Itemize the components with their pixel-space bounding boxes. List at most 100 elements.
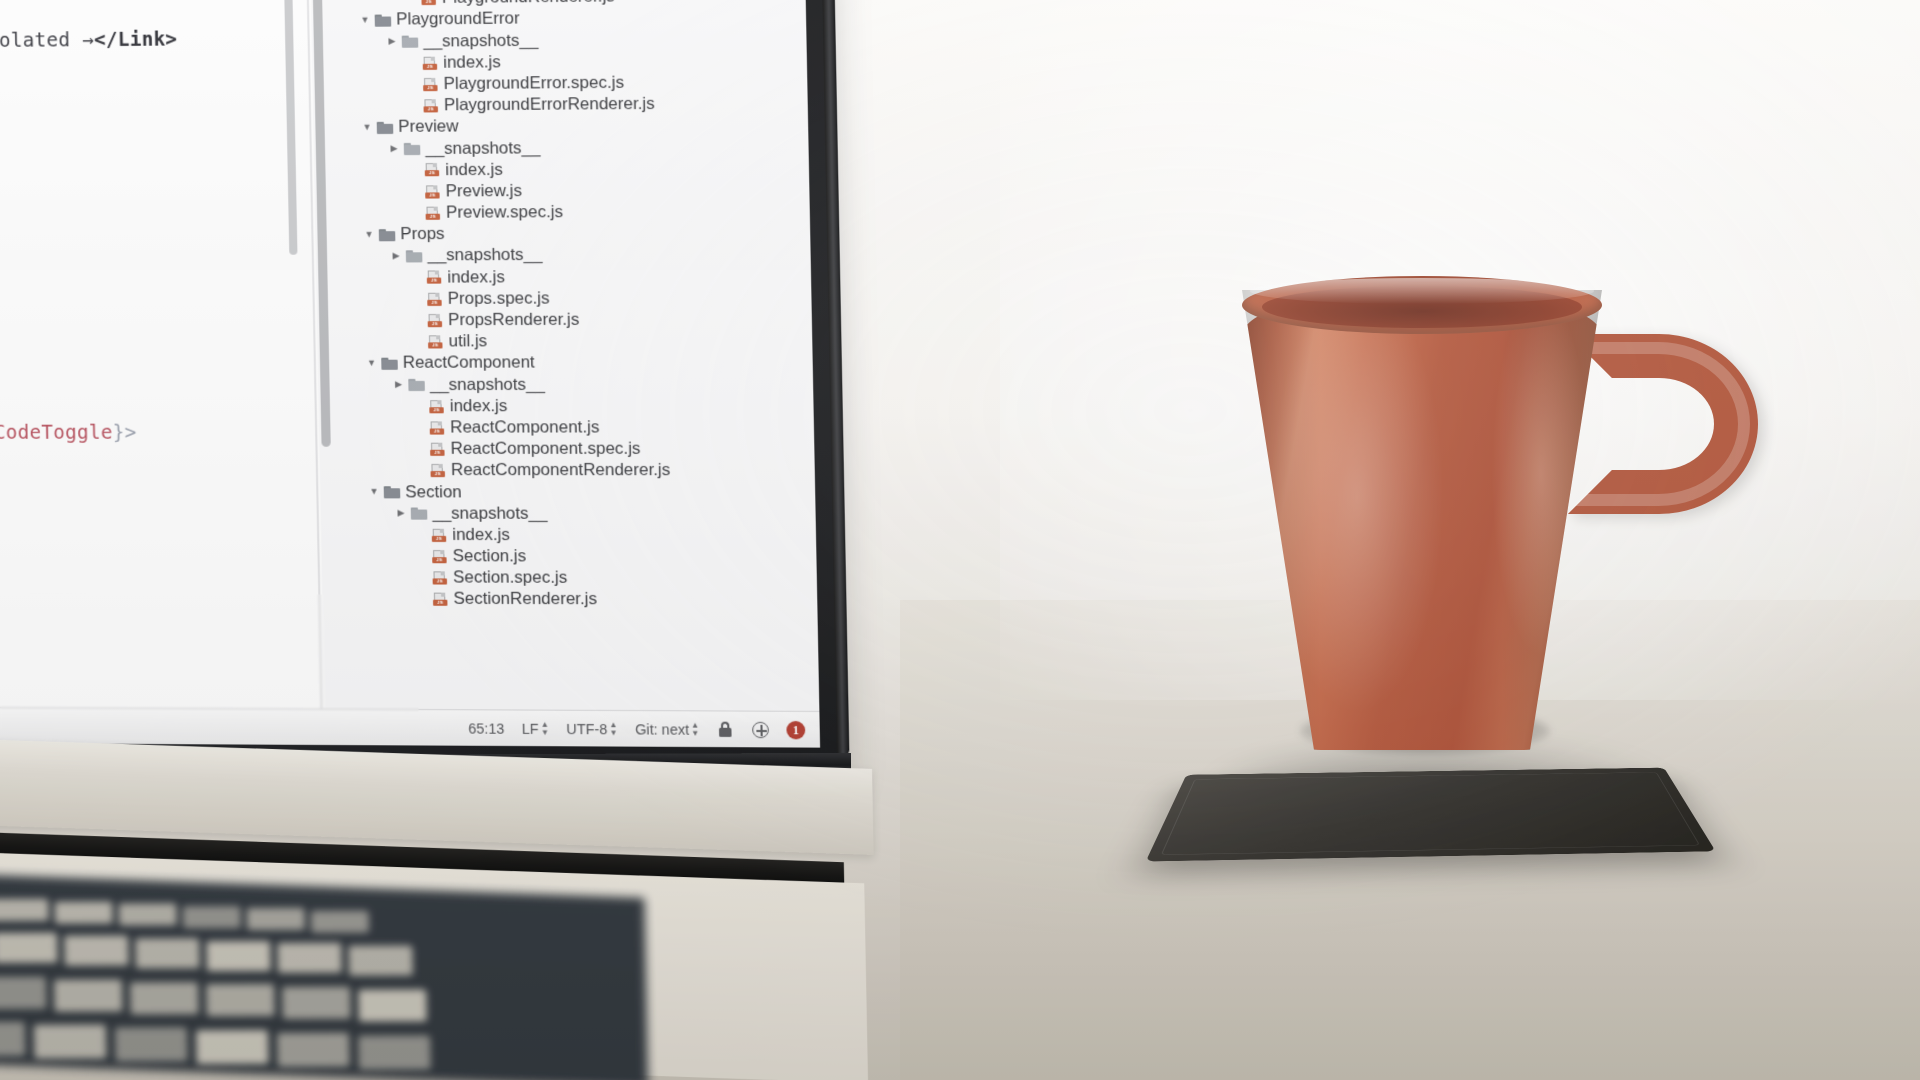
tree-file-row[interactable]: ▶JSindex.js	[321, 524, 816, 546]
chevron-down-icon[interactable]: ▼	[367, 488, 380, 497]
code-editor-pane[interactable]: }>}> ← Exit Isolation</Link> + '/' + ind…	[0, 0, 325, 709]
tree-folder-row[interactable]: ▶ __snapshots__	[316, 244, 811, 267]
status-bar-right: 65:13 LF ▲ ▼ UTF-8 ▲ ▼ Git: next ▲ ▼ 1	[468, 719, 805, 739]
tree-file-row[interactable]: ▶JSindex.js	[314, 157, 809, 181]
lock-icon[interactable]	[717, 721, 735, 737]
chevron-right-icon[interactable]: ▶	[385, 37, 398, 46]
keyboard-key[interactable]	[196, 1030, 269, 1064]
keyboard-key[interactable]	[34, 1024, 107, 1058]
keyboard-key[interactable]	[358, 1036, 431, 1070]
tree-item-label: PlaygroundError	[395, 11, 520, 29]
file-tree-list[interactable]: ▶JSMarkdownExample.spec.js▼Message▶__sna…	[307, 0, 818, 611]
keyboard-key[interactable]	[206, 940, 271, 970]
chevron-down-icon[interactable]: ▼	[365, 359, 378, 368]
mug-rim-highlight	[1250, 278, 1594, 304]
chevron-right-icon[interactable]: ▶	[392, 380, 405, 389]
keyboard-key[interactable]	[54, 901, 112, 923]
tree-item-label: PlaygroundError.spec.js	[442, 75, 624, 93]
keyboard-key[interactable]	[0, 977, 46, 1009]
tree-item-label: Preview.js	[444, 183, 522, 200]
tree-item-label: PlaygroundErrorRenderer.js	[443, 96, 655, 114]
keyboard-key[interactable]	[206, 984, 275, 1016]
tree-file-row[interactable]: ▶JSPreview.js	[314, 179, 809, 203]
github-icon[interactable]	[752, 721, 769, 737]
keyboard-key[interactable]	[54, 979, 123, 1011]
tree-file-row[interactable]: ▶JSReactComponent.spec.js	[319, 438, 814, 460]
tree-folder-row[interactable]: ▼ Props	[315, 222, 810, 246]
line-ending-label: LF	[522, 720, 539, 736]
encoding-selector[interactable]: UTF-8 ▲ ▼	[566, 720, 617, 737]
keyboard-key[interactable]	[183, 906, 241, 928]
screen-bezel: }>}> ← Exit Isolation</Link> + '/' + ind…	[0, 0, 844, 779]
keyboard-key[interactable]	[0, 933, 58, 963]
javascript-file-icon: JS	[421, 0, 437, 5]
keyboard-key[interactable]	[247, 908, 305, 930]
code-line[interactable]: + '/' + index}>Open isolated →</Link>	[0, 28, 178, 54]
tree-folder-row[interactable]: ▼ ReactComponent	[318, 352, 813, 374]
mug-handle-highlight	[1574, 342, 1750, 506]
tree-folder-row[interactable]: ▶ __snapshots__	[321, 503, 816, 525]
cursor-position-indicator[interactable]: 65:13	[468, 720, 504, 736]
keyboard-key[interactable]	[277, 943, 342, 973]
javascript-file-icon: JS	[432, 571, 448, 584]
tree-file-row[interactable]: ▶JSProps.spec.js	[316, 287, 811, 310]
tree-file-row[interactable]: ▶JSPropsRenderer.js	[317, 309, 812, 332]
chevron-down-icon[interactable]: ▼	[362, 230, 375, 239]
tree-item-label: Props.spec.js	[447, 290, 550, 307]
tree-file-row[interactable]: ▶JSPlaygroundErrorRenderer.js	[313, 92, 808, 117]
tree-item-label: Section	[404, 484, 462, 501]
code-token: </Link>	[0, 0, 40, 1]
javascript-file-icon: JS	[432, 528, 448, 541]
javascript-file-icon: JS	[430, 464, 446, 477]
macbook-pro-laptop: }>}> ← Exit Isolation</Link> + '/' + ind…	[0, 0, 1104, 893]
tree-item-label: Preview	[397, 119, 459, 136]
git-branch-selector[interactable]: Git: next ▲ ▼	[635, 721, 700, 738]
tree-folder-row[interactable]: ▶ __snapshots__	[314, 136, 809, 160]
chevron-right-icon[interactable]: ▶	[389, 252, 402, 261]
cursor-position-label: 65:13	[468, 720, 504, 736]
code-line[interactable]: }> ← Exit Isolation</Link>	[0, 0, 40, 3]
keyboard-key[interactable]	[277, 1033, 350, 1067]
chevron-right-icon[interactable]: ▶	[394, 509, 407, 518]
tree-folder-row[interactable]: ▶ __snapshots__	[318, 373, 813, 395]
javascript-file-icon: JS	[423, 56, 439, 69]
code-token: Open isolated →	[0, 29, 94, 53]
tree-file-row[interactable]: ▶JSReactComponent.js	[319, 417, 814, 439]
tree-file-row[interactable]: ▶JSPreview.spec.js	[315, 201, 810, 225]
line-ending-selector[interactable]: LF ▲ ▼	[522, 720, 549, 736]
tree-item-label: __snapshots__	[422, 32, 538, 50]
folder-icon	[379, 229, 396, 241]
keyboard-key[interactable]	[0, 899, 49, 921]
keyboard-key[interactable]	[358, 990, 427, 1022]
code-token: </Link>	[94, 28, 178, 51]
code-line[interactable]: ses.showCode} onClick={onCodeToggle}>	[0, 422, 137, 444]
tree-file-row[interactable]: ▶JSindex.js	[319, 395, 814, 417]
keyboard-key[interactable]	[130, 982, 199, 1014]
tree-file-row[interactable]: ▶JSindex.js	[316, 265, 811, 288]
keyboard-key[interactable]	[311, 910, 369, 932]
chevron-right-icon[interactable]: ▶	[387, 144, 400, 153]
tree-item-label: Section.js	[452, 548, 527, 565]
keyboard-key[interactable]	[115, 1027, 188, 1061]
keyboard-key[interactable]	[348, 945, 413, 975]
tree-folder-row[interactable]: ▼ Section	[320, 481, 815, 503]
tree-file-row[interactable]: ▶JSutil.js	[317, 330, 812, 353]
keyboard-key[interactable]	[135, 938, 200, 968]
folder-icon	[402, 35, 419, 47]
tree-file-row[interactable]: ▶JSSectionRenderer.js	[322, 588, 817, 611]
tree-file-row[interactable]: ▶JSSection.spec.js	[322, 567, 817, 590]
file-tree-pane[interactable]: ▶JSMarkdownExample.spec.js▼Message▶__sna…	[307, 0, 820, 711]
tree-file-row[interactable]: ▶JSSection.js	[321, 546, 816, 568]
chevron-down-icon[interactable]: ▼	[358, 16, 371, 25]
keyboard-key[interactable]	[282, 987, 351, 1019]
code-pane-scrollbar[interactable]	[284, 0, 298, 255]
folder-icon	[377, 121, 394, 133]
javascript-file-icon: JS	[423, 78, 439, 91]
chevron-down-icon[interactable]: ▼	[360, 123, 373, 132]
keyboard-key[interactable]	[64, 936, 129, 966]
keyboard-key[interactable]	[0, 1022, 25, 1056]
tree-folder-row[interactable]: ▼ Preview	[313, 114, 808, 139]
tree-file-row[interactable]: ▶JSReactComponentRenderer.js	[320, 460, 815, 482]
keyboard-key[interactable]	[118, 904, 176, 926]
error-count-badge[interactable]: 1	[786, 720, 805, 738]
